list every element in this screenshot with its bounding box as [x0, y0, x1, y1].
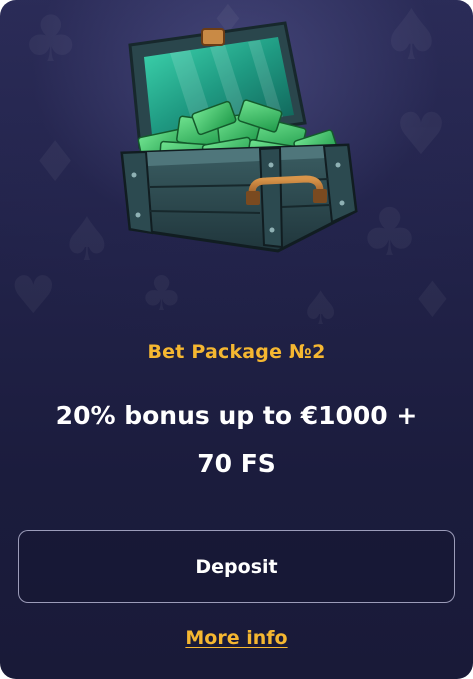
heart-icon: ♥	[395, 105, 447, 163]
bonus-line-1: 20% bonus up to €1000 +	[55, 401, 418, 430]
club-icon: ♣	[140, 270, 183, 318]
more-info-link[interactable]: More info	[185, 627, 287, 649]
treasure-chest-with-cash-icon	[100, 15, 370, 260]
club-icon: ♣	[22, 8, 79, 72]
deposit-button[interactable]: Deposit	[18, 530, 455, 603]
bonus-card: ♣ ♠ ♥ ♦ ♠ ♣ ♥ ♦ ♣ ♠ ♦	[0, 0, 473, 679]
package-title: Bet Package №2	[147, 341, 326, 363]
diamond-icon: ♦	[30, 135, 80, 191]
spade-icon: ♠	[300, 285, 341, 331]
spade-icon: ♠	[380, 0, 443, 70]
more-info-container: More info	[0, 627, 473, 649]
diamond-icon: ♦	[410, 275, 455, 325]
bonus-description: 20% bonus up to €1000 + 70 FS	[20, 392, 453, 488]
heart-icon: ♥	[10, 270, 57, 322]
deposit-button-label: Deposit	[195, 555, 278, 578]
bonus-line-2: 70 FS	[197, 449, 276, 478]
